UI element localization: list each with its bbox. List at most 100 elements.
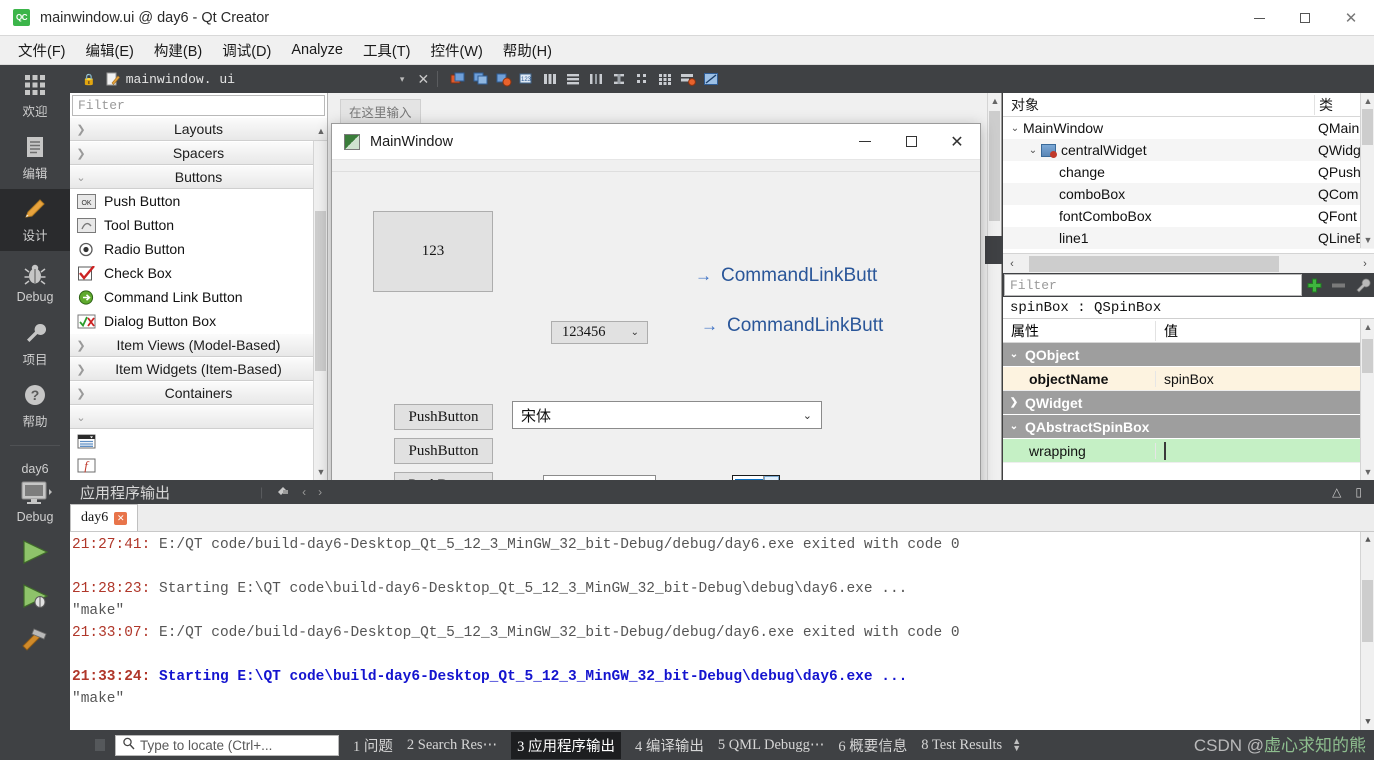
- widget-category-spacers[interactable]: ❯ Spacers: [70, 141, 327, 165]
- close-button[interactable]: ✕: [1328, 0, 1374, 36]
- menu-help[interactable]: 帮助(H): [493, 36, 562, 65]
- build-button[interactable]: [0, 620, 70, 664]
- widget-item-radio-button[interactable]: Radio Button: [70, 237, 327, 261]
- property-value[interactable]: [1155, 441, 1374, 460]
- widget-item-font-combo-box[interactable]: f: [70, 453, 327, 477]
- open-file-name[interactable]: mainwindow. ui: [126, 72, 235, 87]
- status-tab-test-results[interactable]: 8 Test Results: [921, 737, 1002, 754]
- object-row-line1[interactable]: line1 QLineE: [1003, 227, 1374, 249]
- hscroll-track[interactable]: [1021, 255, 1356, 273]
- search-input[interactable]: Type to locate (Ctrl+...: [115, 734, 339, 756]
- menu-debug[interactable]: 调试(D): [212, 36, 281, 65]
- property-row-wrapping[interactable]: wrapping: [1003, 439, 1374, 463]
- scroll-up-icon[interactable]: ▲: [1361, 93, 1374, 109]
- preview-minimize-button[interactable]: [842, 124, 888, 160]
- property-editor-scrollbar[interactable]: ▲ ▼: [1360, 319, 1374, 480]
- status-tab-search-results[interactable]: 2 Search Res⋯: [407, 737, 497, 754]
- scroll-up-icon[interactable]: ▲: [1361, 319, 1374, 335]
- push-button-2[interactable]: PushButton: [394, 438, 493, 464]
- maximize-pane-icon[interactable]: △: [1332, 485, 1341, 499]
- output-scrollbar[interactable]: ▲ ▼: [1360, 532, 1374, 730]
- widget-item-combo-box[interactable]: [70, 429, 327, 453]
- widget-item-tool-button[interactable]: Tool Button: [70, 213, 327, 237]
- scroll-down-icon[interactable]: ▼: [1361, 714, 1374, 730]
- chevron-down-icon[interactable]: ▾: [400, 74, 405, 85]
- property-filter-input[interactable]: Filter: [1004, 274, 1302, 296]
- change-button[interactable]: 123: [373, 211, 493, 292]
- scrollbar-thumb[interactable]: [1362, 580, 1373, 642]
- output-tab-day6[interactable]: day6 ✕: [70, 504, 139, 531]
- widget-item-dialog-button-box[interactable]: Dialog Button Box: [70, 309, 327, 333]
- minus-icon[interactable]: [1326, 277, 1350, 294]
- prev-item-icon[interactable]: ‹: [302, 485, 306, 499]
- object-row-combobox[interactable]: comboBox QCom: [1003, 183, 1374, 205]
- close-pane-icon[interactable]: ▯: [1355, 485, 1362, 499]
- combo-box[interactable]: 123456 ⌄: [551, 321, 648, 344]
- property-group-qwidget[interactable]: ❯ QWidget: [1003, 391, 1374, 415]
- status-tab-issues[interactable]: 1 问题: [353, 735, 393, 756]
- menu-tools[interactable]: 工具(T): [353, 36, 421, 65]
- widget-category-buttons[interactable]: ⌄ Buttons: [70, 165, 327, 189]
- output-text-area[interactable]: 21:27:41: E:/QT code/build-day6-Desktop_…: [70, 532, 1374, 730]
- object-row-change[interactable]: change QPush: [1003, 161, 1374, 183]
- scroll-down-icon[interactable]: ▼: [1361, 464, 1374, 480]
- next-item-icon[interactable]: ›: [318, 485, 322, 499]
- object-row-centralwidget[interactable]: ⌄ centralWidget QWidg: [1003, 139, 1374, 161]
- scroll-down-icon[interactable]: ▼: [314, 464, 327, 480]
- debug-button[interactable]: [0, 576, 70, 620]
- widget-category-input-widgets[interactable]: ⌄: [70, 405, 327, 429]
- widget-category-containers[interactable]: ❯ Containers: [70, 381, 327, 405]
- chevron-down-icon[interactable]: ▼: [1012, 744, 1021, 753]
- status-tab-qml-debugger[interactable]: 5 QML Debugg⋯: [718, 737, 825, 754]
- scroll-up-icon[interactable]: ▲: [1361, 532, 1374, 548]
- scroll-left-icon[interactable]: ‹: [1003, 258, 1021, 270]
- maximize-button[interactable]: [1282, 0, 1328, 36]
- scroll-up-icon[interactable]: ▲: [988, 93, 1001, 109]
- sidebar-item-edit[interactable]: 编辑: [0, 127, 70, 189]
- menu-file[interactable]: 文件(F): [8, 36, 76, 65]
- sidebar-item-debug[interactable]: Debug: [0, 251, 70, 313]
- status-tab-application-output[interactable]: 3 应用程序输出: [511, 731, 621, 759]
- adjust-size-icon[interactable]: [702, 71, 719, 88]
- sidebar-item-projects[interactable]: 项目: [0, 313, 70, 375]
- layout-form-icon[interactable]: [633, 71, 650, 88]
- sidebar-item-welcome[interactable]: 欢迎: [0, 65, 70, 127]
- pane-size-buttons[interactable]: ▲ ▼: [1012, 737, 1021, 753]
- layout-splitter-vertical-icon[interactable]: [610, 71, 627, 88]
- command-link-button-2[interactable]: → CommandLinkButt: [701, 315, 883, 337]
- sidebar-item-design[interactable]: 设计: [0, 189, 70, 251]
- widget-category-layouts[interactable]: ❯ Layouts: [70, 117, 327, 141]
- scrollbar-thumb[interactable]: [1029, 255, 1279, 272]
- widget-item-command-link-button[interactable]: Command Link Button: [70, 285, 327, 309]
- widget-item-push-button[interactable]: OK Push Button: [70, 189, 327, 213]
- command-link-button-1[interactable]: → CommandLinkButt: [695, 265, 877, 287]
- scrollbar-thumb[interactable]: [1362, 339, 1373, 373]
- edit-signals-slots-icon[interactable]: [495, 71, 512, 88]
- object-inspector-vscrollbar[interactable]: ▲ ▼: [1360, 93, 1374, 248]
- send-to-back-icon[interactable]: [449, 71, 466, 88]
- object-row-mainwindow[interactable]: ⌄ MainWindow QMain: [1003, 117, 1374, 139]
- layout-vertically-icon[interactable]: [564, 71, 581, 88]
- menubar-placeholder[interactable]: 在这里输入: [340, 99, 421, 124]
- clear-icon[interactable]: [275, 483, 290, 501]
- send-to-front-icon[interactable]: [472, 71, 489, 88]
- widget-category-item-views[interactable]: ❯ Item Views (Model-Based): [70, 333, 327, 357]
- edit-buddies-icon[interactable]: 123: [518, 71, 535, 88]
- preview-maximize-button[interactable]: [888, 124, 934, 160]
- run-button[interactable]: [0, 532, 70, 576]
- scroll-right-icon[interactable]: ›: [1356, 258, 1374, 270]
- push-button-1[interactable]: PushButton: [394, 404, 493, 430]
- layout-grid-icon[interactable]: [656, 71, 673, 88]
- property-group-qabstractspinbox[interactable]: ⌄ QAbstractSpinBox: [1003, 415, 1374, 439]
- status-tab-compile-output[interactable]: 4 编译输出: [635, 735, 704, 756]
- scrollbar-thumb[interactable]: [1362, 109, 1373, 145]
- scrollbar-thumb[interactable]: [315, 211, 326, 371]
- preview-close-button[interactable]: ✕: [934, 124, 980, 160]
- chevron-down-icon[interactable]: ⌄: [1007, 123, 1023, 134]
- menu-edit[interactable]: 编辑(E): [76, 36, 144, 65]
- property-value[interactable]: spinBox: [1155, 370, 1374, 387]
- wrapping-checkbox[interactable]: [1164, 441, 1166, 460]
- property-group-qobject[interactable]: ⌄ QObject: [1003, 343, 1374, 367]
- sidebar-item-help[interactable]: ? 帮助: [0, 375, 70, 437]
- layout-splitter-horizontal-icon[interactable]: [587, 71, 604, 88]
